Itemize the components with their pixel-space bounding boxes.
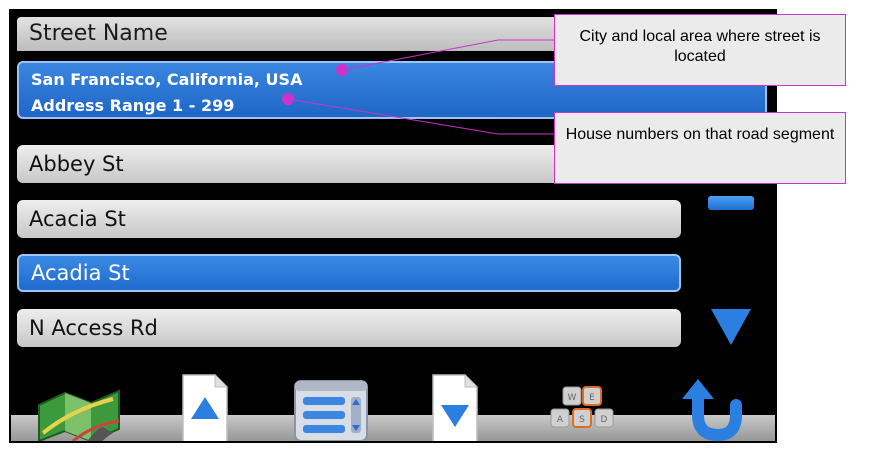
map-icon[interactable]: [33, 369, 125, 441]
key-a-label: A: [557, 415, 564, 425]
page-down-icon[interactable]: [431, 369, 479, 441]
page-up-icon[interactable]: [181, 369, 229, 441]
key-d-label: D: [601, 415, 608, 425]
page-title: Street Name: [17, 17, 573, 51]
street-item-n-access[interactable]: N Access Rd: [17, 309, 681, 347]
scrollbar-thumb[interactable]: [708, 196, 754, 210]
bottom-toolbar: [11, 415, 775, 441]
street-item-acadia[interactable]: Acadia St: [17, 254, 681, 292]
keyboard-icon[interactable]: W E A S D: [543, 369, 623, 441]
callout-city: City and local area where street is loca…: [554, 14, 846, 86]
back-icon[interactable]: [676, 369, 746, 441]
key-s-label: S: [579, 415, 585, 425]
street-item-acacia[interactable]: Acacia St: [17, 200, 681, 238]
scroll-down-arrow-icon[interactable]: [711, 309, 751, 345]
list-view-icon[interactable]: [291, 369, 373, 441]
callout-address-range: House numbers on that road segment: [554, 112, 846, 184]
key-w-label: W: [568, 393, 577, 403]
key-e-label: E: [589, 393, 595, 403]
